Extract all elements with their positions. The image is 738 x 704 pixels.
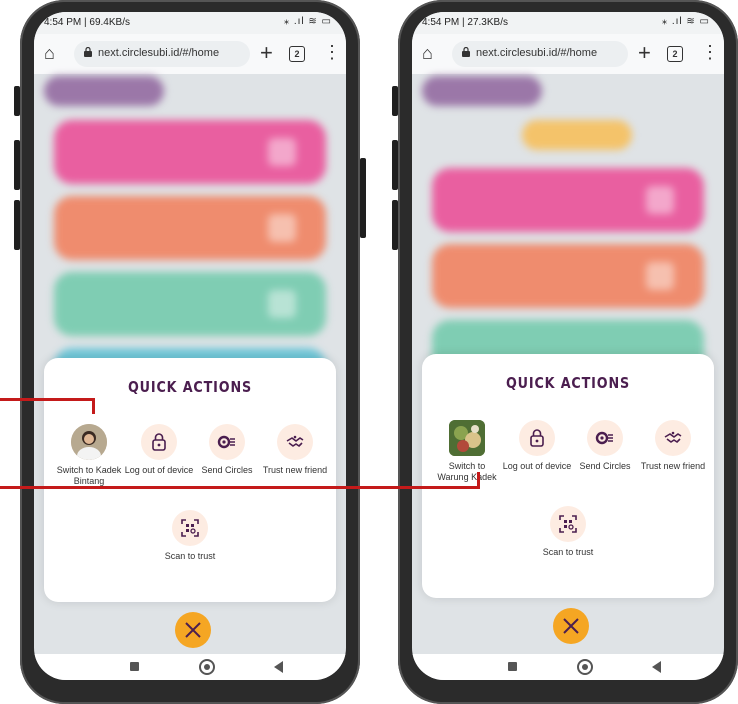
blurred-card bbox=[54, 120, 326, 184]
logout-action[interactable]: Log out of device bbox=[502, 420, 572, 472]
quick-actions-title: QUICK ACTIONS bbox=[127, 378, 253, 396]
home-icon[interactable]: ⌂ bbox=[422, 43, 433, 64]
status-icons: ⁎ .ıl ≋ ▭ bbox=[662, 16, 710, 27]
logout-action[interactable]: Log out of device bbox=[124, 424, 194, 476]
blurred-card bbox=[432, 244, 704, 308]
send-circles-action[interactable]: Send Circles bbox=[570, 420, 640, 472]
handshake-icon bbox=[277, 424, 313, 460]
send-circles-icon bbox=[209, 424, 245, 460]
more-menu-icon[interactable]: ⋮ bbox=[701, 42, 719, 63]
padlock-icon bbox=[519, 420, 555, 456]
lock-icon bbox=[462, 47, 470, 57]
handshake-icon bbox=[655, 420, 691, 456]
quick-actions-sheet: QUICK ACTIONS Switch to Warung Kadek Log… bbox=[422, 354, 714, 598]
callout-line-bottom-rise bbox=[477, 472, 480, 489]
scan-to-trust-label: Scan to trust bbox=[164, 551, 216, 561]
person-avatar-icon bbox=[71, 424, 107, 460]
blurred-pill bbox=[44, 76, 164, 106]
home-nav-icon[interactable] bbox=[577, 659, 593, 675]
back-icon[interactable] bbox=[274, 661, 283, 673]
phone-screen: 4:54 PM | 69.4KB/s ⁎ .ıl ≋ ▭ ⌂ next.circ… bbox=[34, 12, 346, 680]
tab-switcher-button[interactable]: 2 bbox=[667, 46, 683, 62]
home-nav-icon[interactable] bbox=[199, 659, 215, 675]
scan-to-trust-action[interactable]: Scan to trust bbox=[155, 510, 225, 562]
blurred-card bbox=[432, 168, 704, 232]
shop-avatar-icon bbox=[449, 420, 485, 456]
android-nav-bar bbox=[412, 654, 724, 680]
url-text: next.circlesubi.id/#/home bbox=[98, 47, 220, 59]
logout-label: Log out of device bbox=[124, 465, 194, 475]
power-button bbox=[360, 158, 366, 238]
phone-screen: 4:54 PM | 27.3KB/s ⁎ .ıl ≋ ▭ ⌂ next.circ… bbox=[412, 12, 724, 680]
quick-actions-title: QUICK ACTIONS bbox=[505, 374, 631, 392]
address-bar[interactable]: next.circlesubi.id/#/home bbox=[74, 41, 250, 67]
phone-right: 4:54 PM | 27.3KB/s ⁎ .ıl ≋ ▭ ⌂ next.circ… bbox=[392, 0, 738, 704]
qr-scan-icon bbox=[172, 510, 208, 546]
home-icon[interactable]: ⌂ bbox=[44, 43, 55, 64]
switch-account-label: Switch to Warung Kadek bbox=[437, 461, 497, 482]
close-button[interactable] bbox=[175, 612, 211, 648]
tab-switcher-button[interactable]: 2 bbox=[289, 46, 305, 62]
switch-account-action[interactable]: Switch to Warung Kadek bbox=[432, 420, 502, 483]
logout-label: Log out of device bbox=[502, 461, 572, 471]
status-icons: ⁎ .ıl ≋ ▭ bbox=[284, 16, 332, 27]
lock-icon bbox=[84, 47, 92, 57]
close-icon bbox=[185, 622, 201, 638]
blurred-pill bbox=[422, 76, 542, 106]
blurred-pill bbox=[522, 120, 632, 150]
address-bar[interactable]: next.circlesubi.id/#/home bbox=[452, 41, 628, 67]
android-nav-bar bbox=[34, 654, 346, 680]
quick-actions-sheet: QUICK ACTIONS Switch to Kadek Bintang Lo… bbox=[44, 358, 336, 602]
scan-to-trust-label: Scan to trust bbox=[542, 547, 594, 557]
send-circles-icon bbox=[587, 420, 623, 456]
switch-account-label: Switch to Kadek Bintang bbox=[56, 465, 122, 486]
send-circles-action[interactable]: Send Circles bbox=[192, 424, 262, 476]
url-text: next.circlesubi.id/#/home bbox=[476, 47, 598, 59]
browser-toolbar: ⌂ next.circlesubi.id/#/home + 2 ⋮ bbox=[34, 34, 346, 74]
recents-icon[interactable] bbox=[130, 662, 139, 671]
new-tab-icon[interactable]: + bbox=[638, 40, 651, 66]
status-time-speed: 4:54 PM | 27.3KB/s bbox=[422, 17, 508, 28]
trust-friend-label: Trust new friend bbox=[640, 461, 706, 471]
status-bar: 4:54 PM | 69.4KB/s ⁎ .ıl ≋ ▭ bbox=[34, 12, 346, 34]
recents-icon[interactable] bbox=[508, 662, 517, 671]
trust-friend-action[interactable]: Trust new friend bbox=[260, 424, 330, 476]
new-tab-icon[interactable]: + bbox=[260, 40, 273, 66]
more-menu-icon[interactable]: ⋮ bbox=[323, 42, 341, 63]
trust-friend-action[interactable]: Trust new friend bbox=[638, 420, 708, 472]
back-icon[interactable] bbox=[652, 661, 661, 673]
scan-to-trust-action[interactable]: Scan to trust bbox=[533, 506, 603, 558]
phone-left: 4:54 PM | 69.4KB/s ⁎ .ıl ≋ ▭ ⌂ next.circ… bbox=[14, 0, 366, 704]
close-button[interactable] bbox=[553, 608, 589, 644]
callout-line-top bbox=[0, 398, 95, 401]
browser-toolbar: ⌂ next.circlesubi.id/#/home + 2 ⋮ bbox=[412, 34, 724, 74]
callout-line-bottom bbox=[0, 486, 480, 489]
status-bar: 4:54 PM | 27.3KB/s ⁎ .ıl ≋ ▭ bbox=[412, 12, 724, 34]
callout-line-top-drop bbox=[92, 398, 95, 414]
status-time-speed: 4:54 PM | 69.4KB/s bbox=[44, 17, 130, 28]
close-icon bbox=[563, 618, 579, 634]
trust-friend-label: Trust new friend bbox=[262, 465, 328, 475]
qr-scan-icon bbox=[550, 506, 586, 542]
send-circles-label: Send Circles bbox=[579, 461, 631, 471]
padlock-icon bbox=[141, 424, 177, 460]
blurred-card bbox=[54, 196, 326, 260]
blurred-card bbox=[54, 272, 326, 336]
switch-account-action[interactable]: Switch to Kadek Bintang bbox=[54, 424, 124, 487]
send-circles-label: Send Circles bbox=[201, 465, 253, 475]
